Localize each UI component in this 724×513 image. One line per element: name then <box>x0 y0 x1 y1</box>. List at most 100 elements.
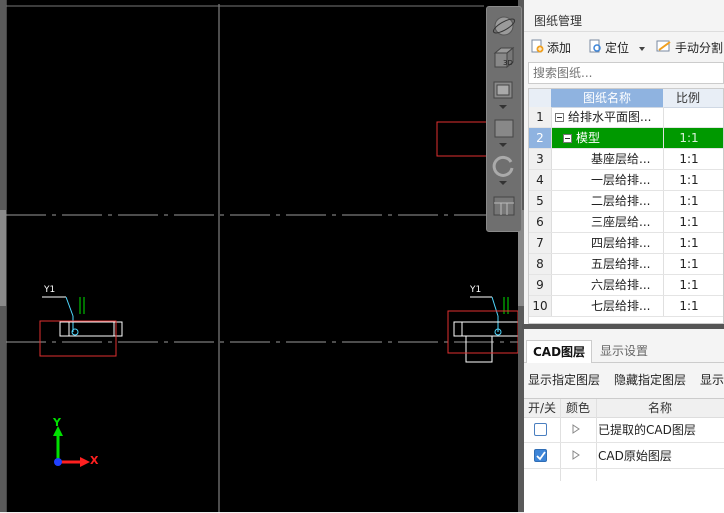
chevron-down-icon[interactable] <box>499 181 507 185</box>
row-name: 二层给排... <box>591 194 651 208</box>
manual-split-button[interactable]: 手动分割 <box>656 38 723 58</box>
header-layer-name: 名称 <box>647 401 672 415</box>
cad-layer-panel: CAD图层 显示设置 显示指定图层 隐藏指定图层 显示 开/关 颜色 名称 已提… <box>524 330 724 513</box>
drawing-row[interactable]: 1 给排水平面图... <box>529 107 723 128</box>
row-number: 7 <box>529 233 552 253</box>
chevron-down-icon[interactable] <box>638 46 645 51</box>
drawing-row[interactable]: 10 七层给排... 1:1 <box>529 296 723 317</box>
panel-splitter[interactable] <box>522 324 724 329</box>
row-number: 10 <box>529 296 552 316</box>
layer-tabs: CAD图层 显示设置 <box>524 340 724 363</box>
row-name-cell: 模型 <box>563 128 600 148</box>
row-scale: 1:1 <box>663 233 714 253</box>
hide-specified-layer-button[interactable]: 隐藏指定图层 <box>614 370 686 390</box>
drawing-toolbar: 添加 定位 手动分割 <box>524 36 724 60</box>
layer-row[interactable]: 已提取的CAD图层 <box>524 417 724 443</box>
locate-button[interactable]: 定位 <box>588 38 645 58</box>
header-toggle: 开/关 <box>527 401 557 415</box>
axis-gizmo <box>53 426 90 467</box>
pipe-fixture-left <box>39 296 123 357</box>
left-splitter[interactable] <box>0 0 6 512</box>
tab-display-settings[interactable]: 显示设置 <box>594 340 654 362</box>
locate-label: 定位 <box>605 41 630 55</box>
color-triangle-icon[interactable] <box>572 424 580 434</box>
view-top-icon[interactable] <box>491 77 517 103</box>
drawing-search-input[interactable] <box>529 63 723 83</box>
show-more-button[interactable]: 显示 <box>700 370 724 390</box>
header-name[interactable]: 图纸名称 <box>551 89 663 107</box>
row-scale: 1:1 <box>663 275 714 295</box>
color-triangle-icon[interactable] <box>572 450 580 460</box>
manual-split-label: 手动分割 <box>675 41 724 55</box>
row-scale: 1:1 <box>663 212 714 232</box>
layer-toggle-checkbox-checked[interactable] <box>534 449 547 462</box>
pipe-label-left: Y1 <box>44 285 56 295</box>
row-scale: 1:1 <box>663 128 714 148</box>
drawing-row[interactable]: 6 三座层给... 1:1 <box>529 212 723 233</box>
layout-grid-icon[interactable] <box>491 193 517 219</box>
drawing-row-selected[interactable]: 2 模型 1:1 <box>529 128 723 149</box>
row-scale: 1:1 <box>663 296 714 316</box>
drawing-row[interactable]: 3 基座层给... 1:1 <box>529 149 723 170</box>
row-name: 六层给排... <box>591 278 651 292</box>
drawing-row[interactable]: 9 六层给排... 1:1 <box>529 275 723 296</box>
row-number: 6 <box>529 212 552 232</box>
axis-label-x: X <box>90 454 99 467</box>
row-name: 四层给排... <box>591 236 651 250</box>
row-scale: 1:1 <box>663 191 714 211</box>
layer-list-header: 开/关 颜色 名称 <box>524 399 724 418</box>
drawing-row[interactable]: 8 五层给排... 1:1 <box>529 254 723 275</box>
chevron-down-icon[interactable] <box>499 143 507 147</box>
view-front-icon[interactable] <box>491 115 517 141</box>
layer-row[interactable]: CAD原始图层 <box>524 443 724 469</box>
cad-drawing <box>5 0 524 512</box>
check-icon <box>536 451 546 461</box>
tab-cad-layers[interactable]: CAD图层 <box>526 340 593 363</box>
add-label: 添加 <box>547 41 572 55</box>
drawing-list: 图纸名称 比例 1 给排水平面图... 2 模型 1:1 3 基座层给... 1… <box>528 88 724 324</box>
row-number: 4 <box>529 170 552 190</box>
collapse-icon[interactable] <box>555 113 564 122</box>
row-number: 9 <box>529 275 552 295</box>
show-specified-layer-button[interactable]: 显示指定图层 <box>528 370 600 390</box>
locate-icon <box>588 39 602 59</box>
orbit-icon[interactable] <box>491 13 517 39</box>
row-scale: 1:1 <box>663 254 714 274</box>
drawing-search[interactable] <box>528 62 724 84</box>
drawing-row[interactable]: 4 一层给排... 1:1 <box>529 170 723 191</box>
row-scale <box>663 107 714 127</box>
split-icon <box>656 39 672 59</box>
add-drawing-button[interactable]: 添加 <box>530 38 571 58</box>
header-row-num <box>529 89 552 107</box>
pipe-label-right: Y1 <box>470 285 482 295</box>
layer-list: 开/关 颜色 名称 已提取的CAD图层 CAD原始图层 <box>524 398 724 513</box>
left-splitter-grip[interactable] <box>0 210 6 306</box>
row-name: 给排水平面图... <box>568 110 652 124</box>
view-toolstrip: 3D <box>486 6 522 232</box>
panel-title: 图纸管理 <box>524 10 724 32</box>
selection-box-right <box>447 310 519 354</box>
header-color: 颜色 <box>565 401 590 415</box>
row-name: 七层给排... <box>591 299 651 313</box>
drawing-row[interactable]: 5 二层给排... 1:1 <box>529 191 723 212</box>
collapse-icon[interactable] <box>563 134 572 143</box>
view-3d-label: 3D <box>503 59 513 67</box>
rotate-icon[interactable] <box>491 153 517 179</box>
view-3d-icon[interactable]: 3D <box>491 45 517 71</box>
row-number: 5 <box>529 191 552 211</box>
drawing-list-header: 图纸名称 比例 <box>529 89 723 108</box>
row-number: 8 <box>529 254 552 274</box>
cad-canvas[interactable]: Y1 Y1 Y X <box>0 0 524 512</box>
row-name-cell: 给排水平面图... <box>555 107 651 127</box>
row-scale: 1:1 <box>663 149 714 169</box>
selection-box-left <box>39 320 117 357</box>
row-name: 模型 <box>576 131 601 145</box>
chevron-down-icon[interactable] <box>499 105 507 109</box>
layer-toggle-checkbox[interactable] <box>534 423 547 436</box>
header-scale[interactable]: 比例 <box>663 89 713 107</box>
drawing-row[interactable]: 7 四层给排... 1:1 <box>529 233 723 254</box>
row-number: 3 <box>529 149 552 169</box>
layer-name: CAD原始图层 <box>598 449 672 463</box>
pipe-fixture-right <box>447 296 519 363</box>
row-name: 五层给排... <box>591 257 651 271</box>
